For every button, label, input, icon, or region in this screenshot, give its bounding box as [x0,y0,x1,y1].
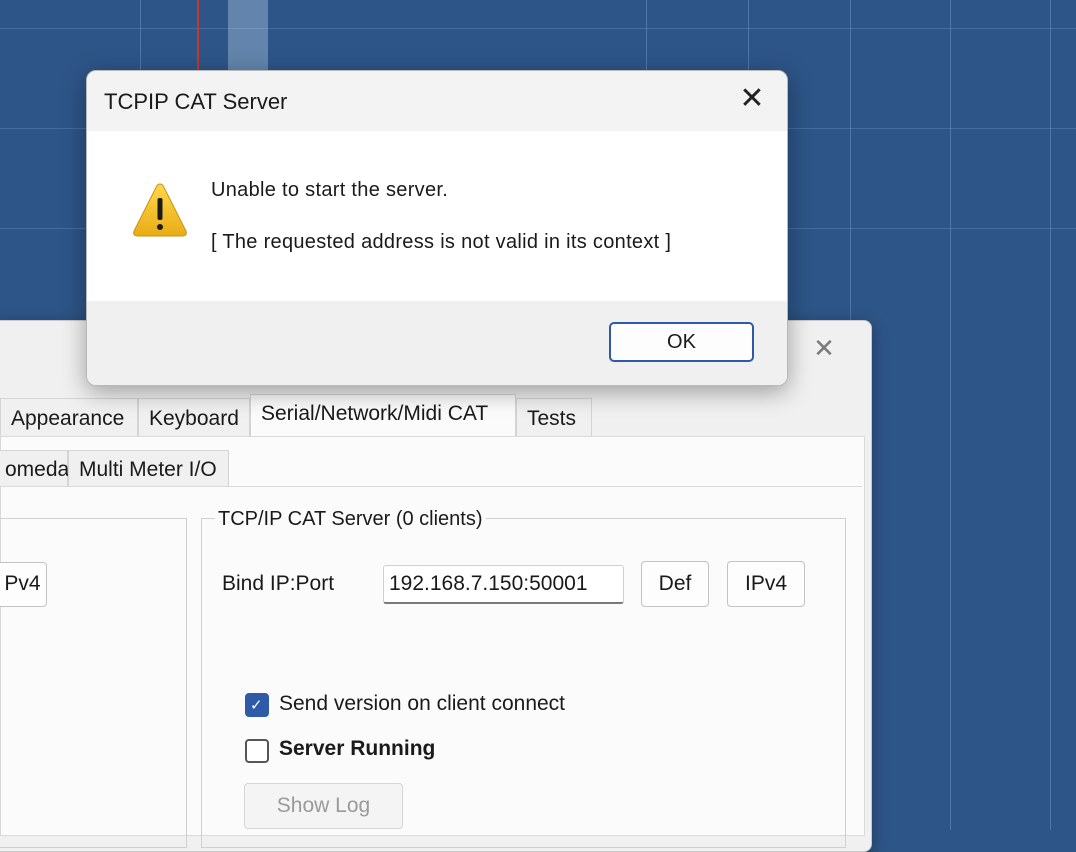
subtab-andromeda[interactable]: omeda [0,450,69,487]
dialog-body: Unable to start the server. [ The reques… [87,131,787,301]
subpanel-divider [0,486,862,487]
ipv4-button[interactable]: IPv4 [727,561,805,607]
error-dialog: TCPIP CAT Server ✕ Unable to start the s… [86,70,788,386]
tab-appearance[interactable]: Appearance [0,398,138,436]
dialog-message-line1: Unable to start the server. [211,179,449,201]
tab-keyboard[interactable]: Keyboard [138,398,250,436]
tab-tests[interactable]: Tests [516,398,592,436]
dialog-titlebar: TCPIP CAT Server ✕ [87,71,787,131]
close-icon[interactable]: ✕ [735,83,769,117]
checkmark-icon: ✓ [250,697,263,714]
background-marker [197,0,199,70]
show-log-button[interactable]: Show Log [244,783,403,829]
background-highlight [228,0,268,70]
bind-ip-port-label: Bind IP:Port [222,572,335,595]
ok-button[interactable]: OK [609,322,754,362]
dialog-title: TCPIP CAT Server [104,89,288,114]
server-running-checkbox[interactable] [245,739,269,763]
server-running-label: Server Running [279,737,436,760]
grid-line [0,28,1076,29]
dialog-message-line2: [ The requested address is not valid in … [211,231,672,253]
grid-line [1050,0,1051,830]
subtab-multi-meter-io[interactable]: Multi Meter I/O [68,450,229,487]
send-version-label: Send version on client connect [279,692,566,715]
tab-serial-network-midi-cat[interactable]: Serial/Network/Midi CAT [250,394,516,436]
send-version-checkbox[interactable]: ✓ [245,693,269,717]
close-icon[interactable]: ✕ [810,334,838,362]
warning-icon [133,183,187,237]
dialog-footer: OK [87,301,787,385]
bind-ip-port-input[interactable]: 192.168.7.150:50001 [383,565,624,604]
tcp-server-group-title: TCP/IP CAT Server (0 clients) [215,508,486,531]
ipv4-button-left[interactable]: Pv4 [0,562,47,607]
grid-line [950,0,951,830]
def-button[interactable]: Def [641,561,709,607]
